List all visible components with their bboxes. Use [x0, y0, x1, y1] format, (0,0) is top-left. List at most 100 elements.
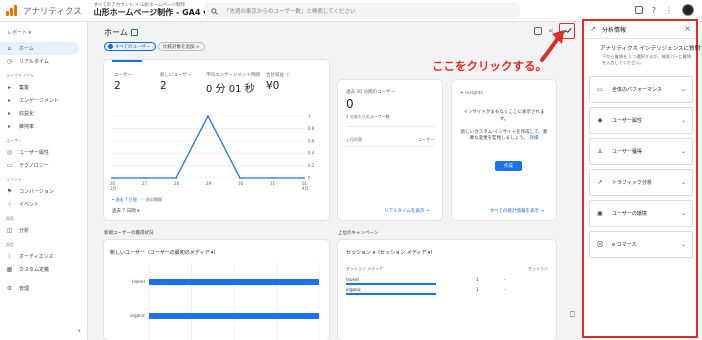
data-point — [303, 177, 305, 179]
x-tick-label: 27 — [142, 181, 148, 186]
collapse-sidebar-icon[interactable]: ‹ — [78, 326, 81, 335]
sidebar-item-engagement[interactable]: ▸ エンゲージメント — [0, 94, 87, 107]
sidebar-item-monetization[interactable]: ▸ 収益化 — [0, 107, 87, 120]
users-line-chart: 00.20.40.60.81263月27 28 29 30 31 014月 — [110, 114, 315, 192]
sidebar-item-home[interactable]: ⌂ ホーム — [0, 42, 79, 55]
x-tick-label: 28 — [174, 181, 180, 186]
sidebar-item-technology[interactable]: ▭ テクノロジー — [0, 159, 87, 172]
data-point — [111, 177, 113, 179]
metric-value: 2 — [160, 80, 167, 92]
flag-icon: ⚑ — [6, 188, 13, 195]
panel-section-label: e コマース — [612, 242, 637, 248]
divider — [346, 126, 434, 127]
sidebar-item-label: 分析 — [19, 228, 30, 234]
view-all-insights-link[interactable]: すべての統計情報を表示 → — [490, 208, 544, 214]
report-menu[interactable]: レポート ▾ — [0, 22, 87, 42]
section-new-users: 新規ユーザーの獲得状況 — [104, 231, 154, 236]
globe-icon: ◉ — [597, 117, 603, 124]
x-tick-sublabel: 3月 — [110, 186, 117, 191]
add-comparison-chip[interactable]: 比較対象を追加 + — [158, 42, 205, 51]
globe-icon: ◎ — [6, 149, 13, 156]
sidebar-section-config: 設定 — [6, 242, 14, 247]
panel-section-environment[interactable]: ▣ ユーザーの環境 ⌄ — [589, 200, 693, 227]
realtime-col-users: ユーザー — [418, 137, 434, 142]
x-tick-sublabel: 4月 — [302, 186, 309, 191]
sidebar: レポート ▾ ⌂ ホーム ◷ リアルタイム ライフサイクル ▸ 集客 ▸ エンゲージメン… — [0, 22, 88, 340]
sidebar-item-label: 管理 — [19, 286, 30, 292]
property-selector[interactable]: すべてのアカウント > 山形ホームページ制作 山形ホームページ制作 - GA4 … — [94, 3, 208, 18]
panel-section-ecommerce[interactable]: ⛒ e コマース ⌄ — [589, 231, 693, 258]
metric-new-users[interactable]: 新しいユーザー 2 — [160, 72, 206, 95]
annotation-arrow-icon — [540, 30, 564, 62]
monetization-icon: ▸ — [7, 110, 11, 117]
sidebar-item-audiences[interactable]: ⁝ オーディエンス — [0, 250, 87, 263]
section-campaign: 上位のキャンペーン — [338, 231, 379, 236]
sidebar-item-label: カスタム定義 — [19, 267, 50, 273]
sidebar-item-acquisition[interactable]: ▸ 集客 — [0, 81, 87, 94]
table-cell-sessions: 1 — [476, 277, 479, 282]
trend-icon: ↗ — [590, 25, 596, 33]
metric-engagement-time[interactable]: 平均エンゲージメント時間 0 分 01 秒 — [206, 72, 266, 95]
sidebar-item-events[interactable]: ☝ イベント — [0, 198, 87, 211]
table-cell-medium: (none) — [346, 277, 360, 282]
avatar[interactable] — [682, 4, 694, 16]
legend-previous: ‐ ‐ 前の期間 — [140, 197, 163, 202]
sidebar-item-label: テクノロジー — [19, 163, 49, 169]
search-input[interactable]: 「先週の東京からのユーザー数」と検索してください — [205, 3, 520, 19]
audience-icon: ⁝ — [8, 253, 11, 260]
y-tick-label: 0.8 — [308, 126, 315, 131]
panel-section-traffic[interactable]: ↗ トラフィック分析 ⌄ — [589, 169, 693, 196]
chevron-down-icon: ⌄ — [680, 148, 686, 155]
table-row[interactable]: (none) 1 - — [346, 277, 548, 282]
insights-card: ✦ Insights インサイトがまもなくここに表示されます。 新しいカスタム … — [452, 80, 556, 220]
data-point — [175, 177, 177, 179]
chevron-down-icon: ⌄ — [680, 210, 686, 217]
sidebar-item-realtime[interactable]: ◷ リアルタイム — [0, 55, 87, 68]
metric-users[interactable]: ユーザー 2 — [114, 72, 160, 95]
sidebar-item-analysis[interactable]: ◫ 分析 — [0, 224, 87, 237]
x-tick-label: 29 — [206, 181, 212, 186]
overview-card: ユーザー 2 新しいユーザー 2 平均エンゲージメント時間 0 分 01 秒 合計収益… — [104, 60, 329, 220]
table-title[interactable]: セッション ▾（セッション メディア ▾） — [346, 249, 435, 256]
sidebar-item-label: イベント — [19, 202, 40, 208]
apps-grid-icon[interactable] — [634, 6, 643, 14]
date-range-selector[interactable]: 過去 7 日間 ▾ — [112, 208, 139, 214]
metric-revenue[interactable]: 合計収益 ⓘ ¥0 — [266, 72, 312, 95]
search-icon — [211, 7, 218, 15]
table-row-bar — [346, 283, 436, 285]
custom-definition-icon: ▦ — [6, 266, 13, 273]
series-line — [112, 114, 304, 179]
realtime-value: 0 — [346, 97, 354, 111]
sidebar-item-admin[interactable]: ⚙ 管理 — [0, 282, 87, 295]
learn-more-link[interactable]: 詳細 — [529, 136, 538, 141]
feedback-icon[interactable]: ⎕ — [570, 310, 575, 320]
panel-section-acquisition[interactable]: ♙ ユーザー獲得 ⌄ — [589, 138, 693, 165]
verified-badge-icon — [130, 29, 138, 36]
close-icon[interactable]: × — [684, 24, 691, 33]
chip-label: すべてのユーザー — [115, 44, 151, 50]
view-realtime-link[interactable]: リアルタイムを表示 → — [384, 208, 430, 214]
sidebar-item-conversions[interactable]: ⚑ コンバージョン — [0, 185, 87, 198]
all-users-chip[interactable]: すべてのユーザー — [104, 42, 157, 51]
realtime-subtitle: 1 分あたりのユーザー数 — [346, 114, 390, 119]
panel-section-overall-performance[interactable]: ▭ 全体のパフォーマンス ⌄ — [589, 76, 693, 103]
table-row[interactable]: organic 1 - — [346, 287, 548, 292]
sidebar-item-label: ホーム — [19, 46, 34, 52]
panel-divider — [584, 38, 696, 39]
sidebar-item-retention[interactable]: ▸ 維持率 — [0, 120, 87, 133]
home-icon: ⌂ — [7, 45, 12, 52]
category-label: (none) — [132, 279, 146, 284]
panel-section-demographics[interactable]: ◉ ユーザー属性 ⌄ — [589, 107, 693, 134]
legend-current: ━ 過去 7 日間 — [112, 197, 137, 202]
sidebar-item-demographics[interactable]: ◎ ユーザー属性 — [0, 146, 87, 159]
devices-icon: ▣ — [597, 210, 603, 217]
new-users-bar-chart: (none) organic — [130, 263, 320, 340]
help-icon[interactable]: ? — [652, 6, 656, 15]
metric-label: ユーザー — [114, 73, 132, 78]
more-vert-icon[interactable]: ⋮ — [665, 6, 673, 15]
sidebar-item-custom-definitions[interactable]: ▦ カスタム定義 — [0, 263, 87, 276]
table-row-bar — [346, 293, 436, 295]
create-insight-button[interactable]: 作成 — [495, 161, 522, 171]
chevron-down-icon: ⌄ — [680, 117, 686, 124]
sidebar-item-label: オーディエンス — [19, 254, 54, 260]
